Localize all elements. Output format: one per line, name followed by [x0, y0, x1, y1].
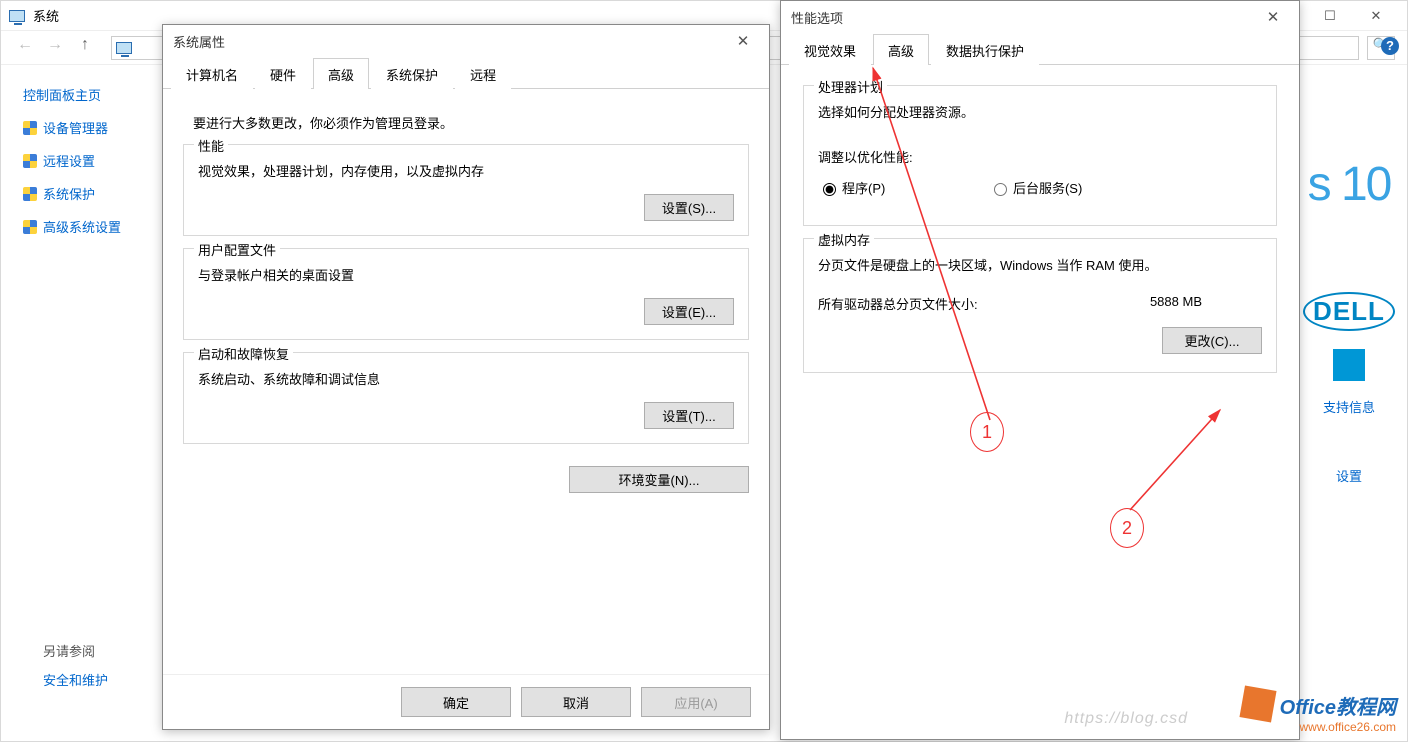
right-info: ? s 10 DELL 支持信息 设置: [1299, 37, 1399, 485]
window-title: 系统: [33, 6, 59, 25]
group-cpu: 处理器计划 选择如何分配处理器资源。 调整以优化性能: 程序(P) 后台服务(S…: [803, 85, 1277, 226]
energystar-icon: [1333, 349, 1365, 381]
cancel-button[interactable]: 取消: [521, 687, 631, 717]
dialog-footer: 确定 取消 应用(A): [163, 674, 769, 729]
perf-settings-button[interactable]: 设置(S)...: [644, 194, 734, 221]
dialog-body: 要进行大多数更改，你必须作为管理员登录。 性能 视觉效果，处理器计划，内存使用，…: [163, 89, 769, 674]
help-icon[interactable]: ?: [1381, 37, 1399, 55]
tab-visual-effects[interactable]: 视觉效果: [789, 34, 871, 65]
profiles-settings-button[interactable]: 设置(E)...: [644, 298, 734, 325]
shield-icon: [23, 187, 37, 201]
dell-logo: DELL: [1303, 292, 1395, 331]
annotation-1: 1: [970, 412, 1004, 452]
vm-total-value: 5888 MB: [1150, 294, 1202, 313]
see-also: 另请参阅 安全和维护: [43, 641, 108, 689]
tab-computer-name[interactable]: 计算机名: [171, 58, 253, 89]
system-properties-dialog: 系统属性 ✕ 计算机名 硬件 高级 系统保护 远程 要进行大多数更改，你必须作为…: [162, 24, 770, 730]
support-link[interactable]: 支持信息: [1299, 397, 1399, 416]
radio-programs[interactable]: 程序(P): [818, 178, 885, 197]
side-link-device-manager[interactable]: 设备管理器: [23, 118, 163, 137]
tab-advanced[interactable]: 高级: [313, 58, 369, 89]
watermark-csdn: https://blog.csd: [1064, 710, 1188, 728]
forward-button[interactable]: →: [43, 36, 67, 60]
vm-change-button[interactable]: 更改(C)...: [1162, 327, 1262, 354]
env-vars-button[interactable]: 环境变量(N)...: [569, 466, 749, 493]
group-vm: 虚拟内存 分页文件是硬盘上的一块区域，Windows 当作 RAM 使用。 所有…: [803, 238, 1277, 373]
group-startup: 启动和故障恢复 系统启动、系统故障和调试信息 设置(T)...: [183, 352, 749, 444]
tabs: 视觉效果 高级 数据执行保护: [781, 33, 1299, 65]
tabs: 计算机名 硬件 高级 系统保护 远程: [163, 57, 769, 89]
dialog-body: 处理器计划 选择如何分配处理器资源。 调整以优化性能: 程序(P) 后台服务(S…: [781, 65, 1299, 739]
ok-button[interactable]: 确定: [401, 687, 511, 717]
close-button[interactable]: ✕: [1353, 1, 1399, 31]
apply-button[interactable]: 应用(A): [641, 687, 751, 717]
computer-icon: [9, 10, 25, 22]
radio-background[interactable]: 后台服务(S): [989, 178, 1082, 197]
tab-protection[interactable]: 系统保护: [371, 58, 453, 89]
group-profiles: 用户配置文件 与登录帐户相关的桌面设置 设置(E)...: [183, 248, 749, 340]
group-performance: 性能 视觉效果，处理器计划，内存使用，以及虚拟内存 设置(S)...: [183, 144, 749, 236]
tab-hardware[interactable]: 硬件: [255, 58, 311, 89]
dialog-title: 系统属性 ✕: [163, 25, 769, 57]
maximize-button[interactable]: ☐: [1307, 1, 1353, 31]
addr-icon: [116, 42, 132, 54]
shield-icon: [23, 220, 37, 234]
close-icon[interactable]: ✕: [1257, 8, 1289, 26]
office-icon: [1239, 685, 1276, 722]
tab-remote[interactable]: 远程: [455, 58, 511, 89]
intro-text: 要进行大多数更改，你必须作为管理员登录。: [193, 113, 749, 132]
close-icon[interactable]: ✕: [727, 32, 759, 50]
settings-link[interactable]: 设置: [1299, 466, 1399, 485]
side-link-protection[interactable]: 系统保护: [23, 184, 163, 203]
side-panel: 控制面板主页 设备管理器 远程设置 系统保护 高级系统设置: [1, 65, 163, 741]
windows10-logo-partial: s 10: [1299, 157, 1399, 212]
dialog-title: 性能选项 ✕: [781, 1, 1299, 33]
side-link-remote[interactable]: 远程设置: [23, 151, 163, 170]
side-title[interactable]: 控制面板主页: [23, 85, 163, 104]
shield-icon: [23, 154, 37, 168]
tab-advanced[interactable]: 高级: [873, 34, 929, 65]
annotation-2: 2: [1110, 508, 1144, 548]
watermark-office: Office教程网 www.office26.com: [1242, 682, 1396, 734]
shield-icon: [23, 121, 37, 135]
vm-total-label: 所有驱动器总分页文件大小:: [818, 294, 978, 313]
up-button[interactable]: ↑: [73, 36, 97, 60]
performance-options-dialog: 性能选项 ✕ 视觉效果 高级 数据执行保护 处理器计划 选择如何分配处理器资源。…: [780, 0, 1300, 740]
startup-settings-button[interactable]: 设置(T)...: [644, 402, 734, 429]
back-button[interactable]: ←: [13, 36, 37, 60]
side-link-advanced[interactable]: 高级系统设置: [23, 217, 163, 236]
tab-dep[interactable]: 数据执行保护: [931, 34, 1039, 65]
security-link[interactable]: 安全和维护: [43, 670, 108, 689]
